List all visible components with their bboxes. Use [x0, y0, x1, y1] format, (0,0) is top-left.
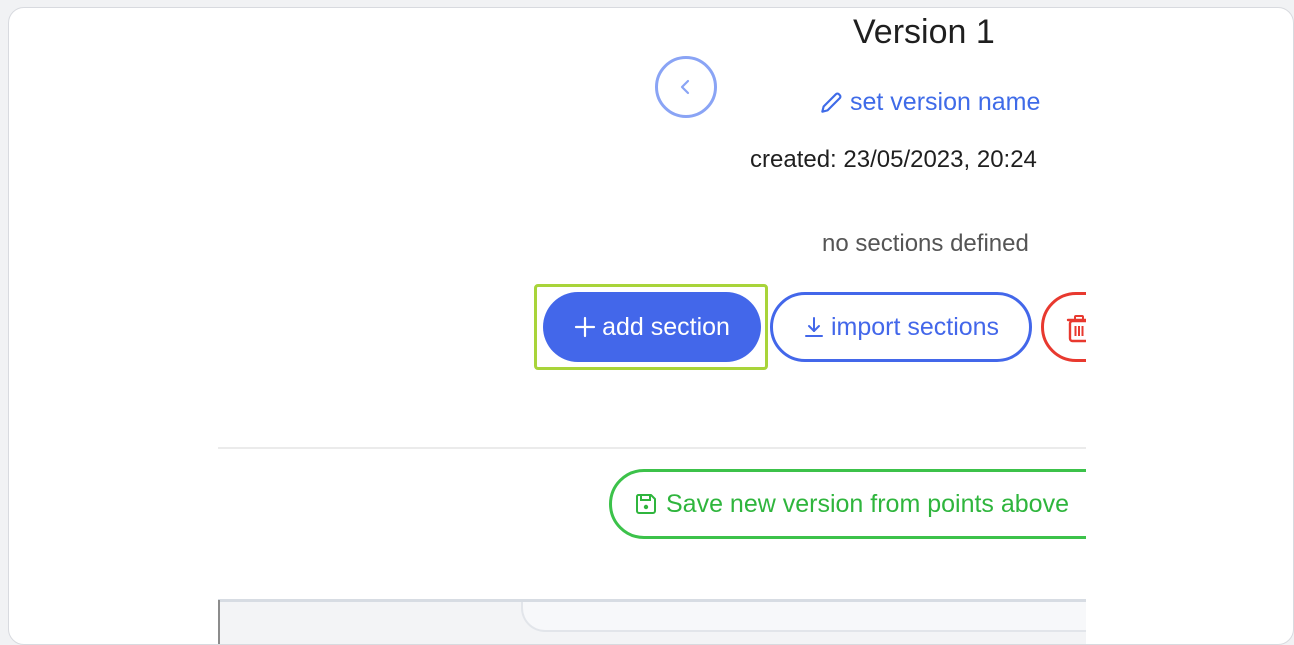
save-new-version-label: Save new version from points above: [666, 489, 1069, 518]
import-sections-button[interactable]: import sections: [770, 292, 1032, 362]
download-icon: [804, 317, 823, 337]
section-divider: [218, 447, 1086, 449]
empty-sections-message: no sections defined: [822, 230, 1029, 257]
floppy-disk-icon: [635, 494, 656, 514]
trash-icon: [1066, 315, 1086, 343]
set-version-name-link[interactable]: set version name: [818, 88, 1040, 117]
panel-edge: [218, 600, 220, 644]
set-version-name-label: set version name: [850, 88, 1041, 116]
save-new-version-button[interactable]: Save new version from points above: [609, 469, 1086, 539]
bottom-toolbar: [218, 599, 1086, 644]
version-panel: Version 1 set version name created: 23/0…: [218, 8, 1086, 644]
screenshot-frame: Version 1 set version name created: 23/0…: [8, 7, 1294, 645]
click-highlight: [534, 284, 768, 370]
page-title: Version 1: [768, 16, 1086, 60]
bottom-toolbar-pill: [521, 602, 1086, 632]
version-title: Version 1: [853, 16, 995, 51]
back-button[interactable]: [655, 56, 717, 118]
import-sections-label: import sections: [830, 312, 1000, 341]
chevron-left-icon: [680, 79, 690, 95]
pencil-icon: [821, 92, 842, 113]
delete-version-button[interactable]: [1041, 292, 1086, 362]
created-timestamp: created: 23/05/2023, 20:24: [750, 146, 1037, 173]
